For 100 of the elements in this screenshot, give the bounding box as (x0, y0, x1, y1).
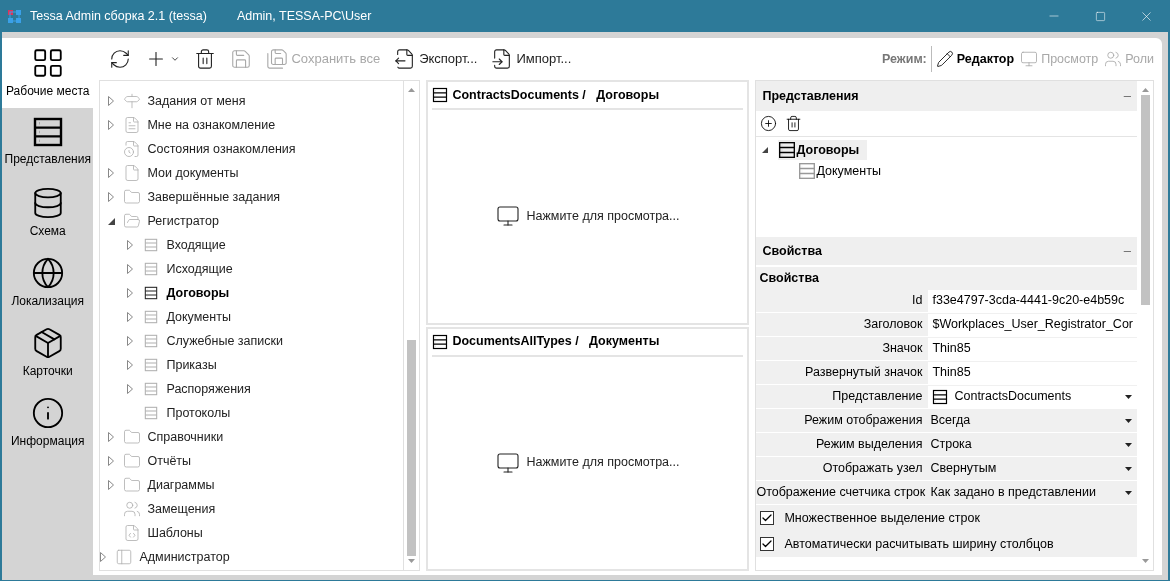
preview-link[interactable]: Нажмите для просмотра... (496, 204, 680, 229)
expand-arrow-icon[interactable] (108, 192, 115, 202)
app-logo-icon (8, 9, 21, 23)
tree-item[interactable]: Протоколы (166, 403, 231, 423)
trash-icon (194, 48, 217, 70)
folder-icon (123, 452, 142, 470)
expand-arrow-icon[interactable] (127, 384, 134, 394)
expand-arrow-icon[interactable] (108, 168, 115, 178)
property-label: Id (911, 292, 924, 310)
collapse-arrow-icon[interactable] (762, 147, 769, 153)
property-label: Заголовок (862, 316, 924, 334)
folder-icon (123, 428, 142, 446)
property-dropdown[interactable]: Как задано в представлении (928, 481, 1137, 504)
tree-item[interactable]: Замещения (147, 499, 216, 519)
info-icon (30, 396, 65, 430)
signpost-icon (123, 92, 142, 110)
save-icon (230, 48, 253, 70)
scroll-down-icon[interactable] (408, 559, 416, 563)
checkbox-label: Множественное выделение строк (784, 509, 980, 527)
scrollbar-thumb[interactable] (1140, 95, 1150, 305)
expand-arrow-icon[interactable] (108, 456, 115, 466)
tree-item[interactable]: Мне на ознакомление (147, 115, 276, 135)
property-value-field[interactable]: Thin85 (928, 361, 1137, 384)
tree-item[interactable]: Договоры (166, 283, 230, 303)
scroll-up-icon[interactable] (408, 88, 416, 92)
folder-icon (123, 476, 142, 494)
tree-item[interactable]: Состояния ознакомления (147, 139, 296, 159)
property-dropdown[interactable]: Строка (928, 433, 1137, 456)
globe-icon (30, 256, 65, 290)
list-icon (144, 261, 159, 277)
collapse-arrow-icon[interactable] (108, 217, 116, 225)
preview-title: ContractsDocuments / Договоры (452, 86, 660, 104)
panel-icon (115, 548, 134, 566)
property-dropdown[interactable]: Свернутым (928, 457, 1137, 480)
folder-icon (123, 188, 142, 206)
add-view-icon[interactable] (760, 115, 778, 132)
expand-arrow-icon[interactable] (108, 480, 115, 490)
trash-icon[interactable] (785, 115, 803, 132)
tree-item[interactable]: Служебные записки (166, 331, 283, 351)
tree-item[interactable]: Документы (166, 307, 231, 327)
list-icon (432, 87, 449, 103)
expand-arrow-icon[interactable] (127, 336, 134, 346)
expand-arrow-icon[interactable] (100, 552, 107, 562)
expand-arrow-icon[interactable] (108, 96, 115, 106)
expand-arrow-icon[interactable] (108, 432, 115, 442)
property-dropdown[interactable]: Всегда (928, 409, 1137, 432)
scrollbar-thumb[interactable] (407, 340, 417, 556)
property-value-field[interactable]: Thin85 (928, 337, 1137, 360)
checkbox[interactable] (760, 537, 775, 551)
property-dropdown[interactable]: ContractsDocuments (928, 385, 1137, 408)
tree-item[interactable]: Мои документы (147, 163, 239, 183)
preview-link[interactable]: Нажмите для просмотра... (496, 450, 680, 475)
tree-item[interactable]: Диаграммы (147, 475, 215, 495)
property-label: Значок (881, 340, 924, 358)
tree-item[interactable]: Задания от меня (147, 91, 246, 111)
scroll-up-icon[interactable] (1141, 88, 1149, 92)
export-button[interactable]: Экспорт... (390, 44, 482, 74)
list-icon (144, 357, 159, 373)
tree-item[interactable]: Справочники (147, 427, 224, 447)
document-icon (123, 116, 142, 134)
list-icon (798, 162, 817, 180)
property-label: Режим выделения (815, 436, 924, 454)
preview-title: DocumentsAllTypes / Документы (452, 333, 660, 351)
expand-arrow-icon[interactable] (108, 120, 115, 130)
expand-arrow-icon[interactable] (127, 288, 134, 298)
tree-item[interactable]: Распоряжения (166, 379, 251, 399)
checkbox[interactable] (760, 511, 775, 525)
nav-item[interactable]: Рабочие места (2, 38, 94, 108)
property-value-field[interactable]: $Workplaces_User_Registrator_Cor (928, 313, 1137, 336)
scroll-down-icon[interactable] (1141, 559, 1149, 563)
property-label: Отображать узел (821, 460, 924, 478)
monitor-icon (1020, 50, 1039, 68)
tree-item[interactable]: Завершённые задания (147, 187, 281, 207)
document-icon (123, 140, 142, 158)
tree-item[interactable]: Приказы (166, 355, 217, 375)
users-icon (1104, 50, 1123, 68)
user-name: Admin, TESSA-PC\User (236, 7, 372, 25)
tree-item[interactable]: Администратор (139, 547, 230, 567)
expand-arrow-icon[interactable] (127, 312, 134, 322)
list-icon (144, 381, 159, 397)
pencil-icon (935, 50, 954, 68)
tree-item[interactable]: Регистратор (147, 211, 219, 231)
expand-arrow-icon[interactable] (127, 264, 134, 274)
expand-arrow-icon[interactable] (127, 240, 134, 250)
tree-item[interactable]: Шаблоны (147, 523, 203, 543)
save-all-icon (266, 48, 289, 70)
tree-item[interactable]: Отчёты (147, 451, 192, 471)
dropdown-caret-icon (1125, 394, 1132, 399)
collapse-button[interactable]: – (1123, 241, 1131, 261)
expand-arrow-icon[interactable] (127, 360, 134, 370)
tree-item[interactable]: Исходящие (166, 259, 233, 279)
import-button[interactable]: Импорт... (487, 44, 576, 74)
property-label: Режим отображения (803, 412, 924, 430)
property-value-field[interactable]: f33e4797-3cda-4441-9c20-e4b59c (928, 289, 1137, 312)
view-tree-item[interactable]: Документы (798, 161, 881, 181)
view-tree-item[interactable]: Договоры (778, 140, 868, 160)
checkbox-label: Автоматически расчитывать ширину столбцов (784, 535, 1054, 553)
collapse-button[interactable]: – (1123, 86, 1131, 106)
tree-item[interactable]: Входящие (166, 235, 226, 255)
mode-button[interactable]: Редактор (935, 46, 1015, 72)
